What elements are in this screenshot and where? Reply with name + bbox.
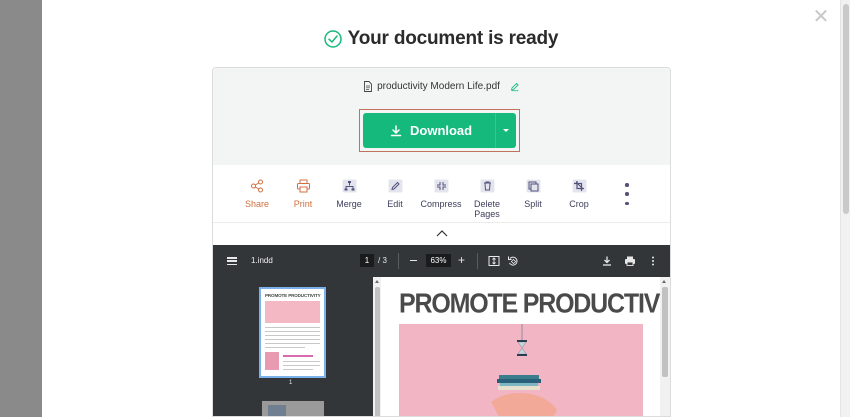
download-button[interactable]: Download xyxy=(363,113,516,148)
file-name: productivity Modern Life.pdf xyxy=(377,81,500,92)
page-image xyxy=(399,324,643,416)
crop-icon xyxy=(571,178,587,194)
tool-label: Share xyxy=(244,199,270,209)
thumbnail-scrollbar[interactable] xyxy=(373,277,381,416)
zoom-out-icon[interactable] xyxy=(410,260,417,262)
scrollbar-thumb[interactable] xyxy=(662,287,668,377)
thumbnail-heading xyxy=(283,355,313,357)
thumbnail-text-line xyxy=(283,361,320,362)
page-number-input[interactable]: 1 xyxy=(360,254,374,267)
backdrop-left xyxy=(0,0,42,417)
toolbar-separator xyxy=(398,253,399,269)
fit-page-icon[interactable] xyxy=(488,255,500,267)
tool-label: Crop xyxy=(569,199,589,209)
tool-label: Merge xyxy=(336,199,362,209)
viewer-doc-name: 1.indd xyxy=(251,256,273,265)
edit-icon xyxy=(387,178,403,194)
tool-merge[interactable]: Merge xyxy=(326,175,372,209)
tool-delete-pages[interactable]: Delete Pages xyxy=(464,175,510,219)
page-scrollbar-thumb[interactable] xyxy=(843,4,849,214)
download-icon xyxy=(390,124,402,136)
tool-print[interactable]: Print xyxy=(280,175,326,209)
toolbar-separator xyxy=(477,253,478,269)
close-icon[interactable]: ✕ xyxy=(812,7,830,27)
thumbnail-photo xyxy=(268,405,286,416)
thumbnail-text-line xyxy=(265,339,320,340)
tool-compress[interactable]: Compress xyxy=(418,175,464,209)
tool-edit[interactable]: Edit xyxy=(372,175,418,209)
rotate-icon[interactable] xyxy=(507,255,519,267)
tools-bar: Share Print Merge Edit Compress Delete P… xyxy=(213,175,670,225)
title-row: Your document is ready xyxy=(42,26,840,52)
chevron-up-icon[interactable] xyxy=(435,228,449,238)
page-scrollbar[interactable] xyxy=(840,0,850,417)
thumbnail-image xyxy=(265,301,320,323)
scroll-up-arrow-icon[interactable] xyxy=(661,280,666,283)
thumbnail-title: PROMOTE PRODUCTIVITY xyxy=(265,293,321,298)
page-thumbnail[interactable]: PROMOTE PRODUCTIVITY xyxy=(259,287,326,378)
split-icon xyxy=(525,178,541,194)
result-card: productivity Modern Life.pdf Download Sh… xyxy=(212,67,671,417)
tool-label: Delete Pages xyxy=(473,199,500,219)
printer-icon xyxy=(295,178,311,194)
page-title: Your document is ready xyxy=(347,28,559,49)
hourglass-illustration xyxy=(491,324,557,416)
thumbnail-text-line xyxy=(265,347,305,348)
menu-icon[interactable] xyxy=(227,257,237,265)
thumbnail-text-line xyxy=(283,365,320,366)
compress-icon xyxy=(433,178,449,194)
rename-icon[interactable] xyxy=(510,81,520,92)
tool-split[interactable]: Split xyxy=(510,175,556,209)
page-thumbnail[interactable] xyxy=(262,401,324,416)
page-scrollbar[interactable] xyxy=(660,277,670,416)
tool-label: Print xyxy=(293,199,313,209)
viewer-toolbar: 1.indd 1 / 3 63% + xyxy=(213,245,670,277)
scrollbar-thumb[interactable] xyxy=(374,287,380,416)
thumbnail-page-number: 1 xyxy=(289,380,293,386)
thumbnail-text-line xyxy=(283,369,313,370)
tool-label: Edit xyxy=(387,199,403,209)
zoom-in-icon[interactable]: + xyxy=(458,254,465,267)
download-icon[interactable] xyxy=(601,255,613,267)
thumbnail-text-line xyxy=(265,343,320,344)
pdf-page: PROMOTE PRODUCTIVITY xyxy=(381,277,670,416)
file-icon xyxy=(364,81,373,92)
zoom-input[interactable]: 63% xyxy=(426,254,451,267)
page-heading: PROMOTE PRODUCTIVITY xyxy=(399,288,671,320)
thumbnail-text-line xyxy=(265,335,320,336)
chevron-down-icon xyxy=(503,129,509,132)
file-row: productivity Modern Life.pdf xyxy=(213,81,670,92)
scroll-up-arrow-icon[interactable] xyxy=(374,280,379,283)
download-options-dropdown[interactable] xyxy=(495,113,516,148)
share-icon xyxy=(249,178,265,194)
print-icon[interactable] xyxy=(624,255,636,267)
card-header: productivity Modern Life.pdf Download xyxy=(213,68,670,165)
pdf-viewer: 1.indd 1 / 3 63% + PROMOTE PRODUCTIVITY xyxy=(213,245,670,416)
divider xyxy=(213,222,670,223)
check-circle-icon xyxy=(323,30,342,48)
tool-label: Split xyxy=(524,199,542,209)
download-label: Download xyxy=(410,123,473,138)
download-focus-outline: Download xyxy=(359,109,520,152)
tool-label: Compress xyxy=(420,199,462,209)
download-main[interactable]: Download xyxy=(363,123,495,138)
more-vertical-icon[interactable] xyxy=(647,255,659,267)
page-total: / 3 xyxy=(378,256,387,265)
thumbnail-text-line xyxy=(265,331,320,332)
trash-icon xyxy=(479,178,495,194)
tool-share[interactable]: Share xyxy=(234,175,280,209)
more-options-icon[interactable] xyxy=(624,183,630,205)
thumbnail-pane: PROMOTE PRODUCTIVITY 1 xyxy=(213,277,373,416)
thumbnail-photo xyxy=(265,352,279,370)
thumbnail-text-line xyxy=(265,327,320,328)
merge-icon xyxy=(341,178,357,194)
tool-crop[interactable]: Crop xyxy=(556,175,602,209)
